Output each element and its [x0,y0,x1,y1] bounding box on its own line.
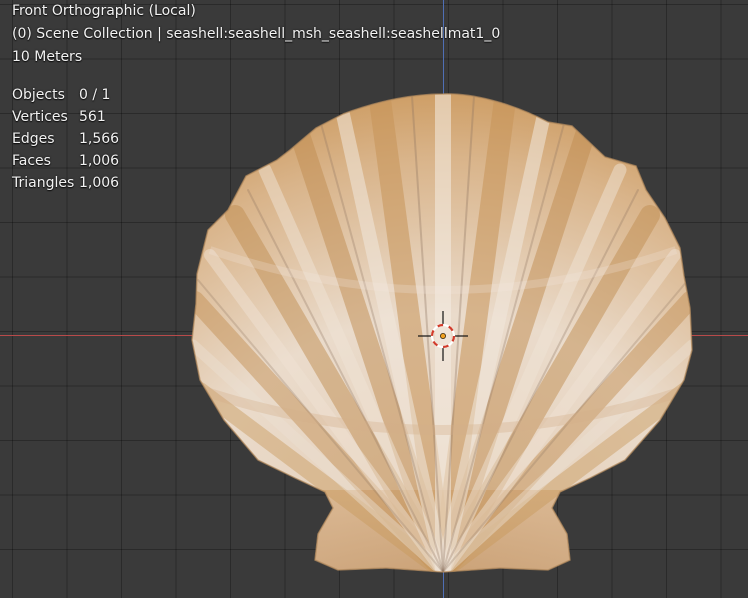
collection-info-label: (0) Scene Collection | seashell:seashell… [12,26,501,42]
stat-row-edges: Edges 1,566 [12,128,119,150]
stat-label: Objects [12,87,65,103]
stat-value: 1,006 [79,175,120,191]
grid-scale-label: 10 Meters [12,49,83,65]
stat-row-faces: Faces 1,006 [12,150,119,172]
stat-label: Triangles [12,175,75,191]
stat-value: 1,566 [79,131,120,147]
stat-value: 561 [79,109,106,125]
stat-row-objects: Objects 0 / 1 [12,84,119,106]
view-name-label: Front Orthographic (Local) [12,3,196,19]
stat-value: 1,006 [79,153,120,169]
stat-label: Vertices [12,109,68,125]
3d-cursor-icon[interactable] [416,309,470,363]
3d-viewport[interactable]: Front Orthographic (Local) (0) Scene Col… [0,0,748,598]
scene-statistics: Objects 0 / 1 Vertices 561 Edges 1,566 F… [12,84,119,194]
stat-row-triangles: Triangles 1,006 [12,172,119,194]
stat-label: Faces [12,153,51,169]
stat-value: 0 / 1 [79,87,111,103]
stat-row-vertices: Vertices 561 [12,106,119,128]
stat-label: Edges [12,131,55,147]
